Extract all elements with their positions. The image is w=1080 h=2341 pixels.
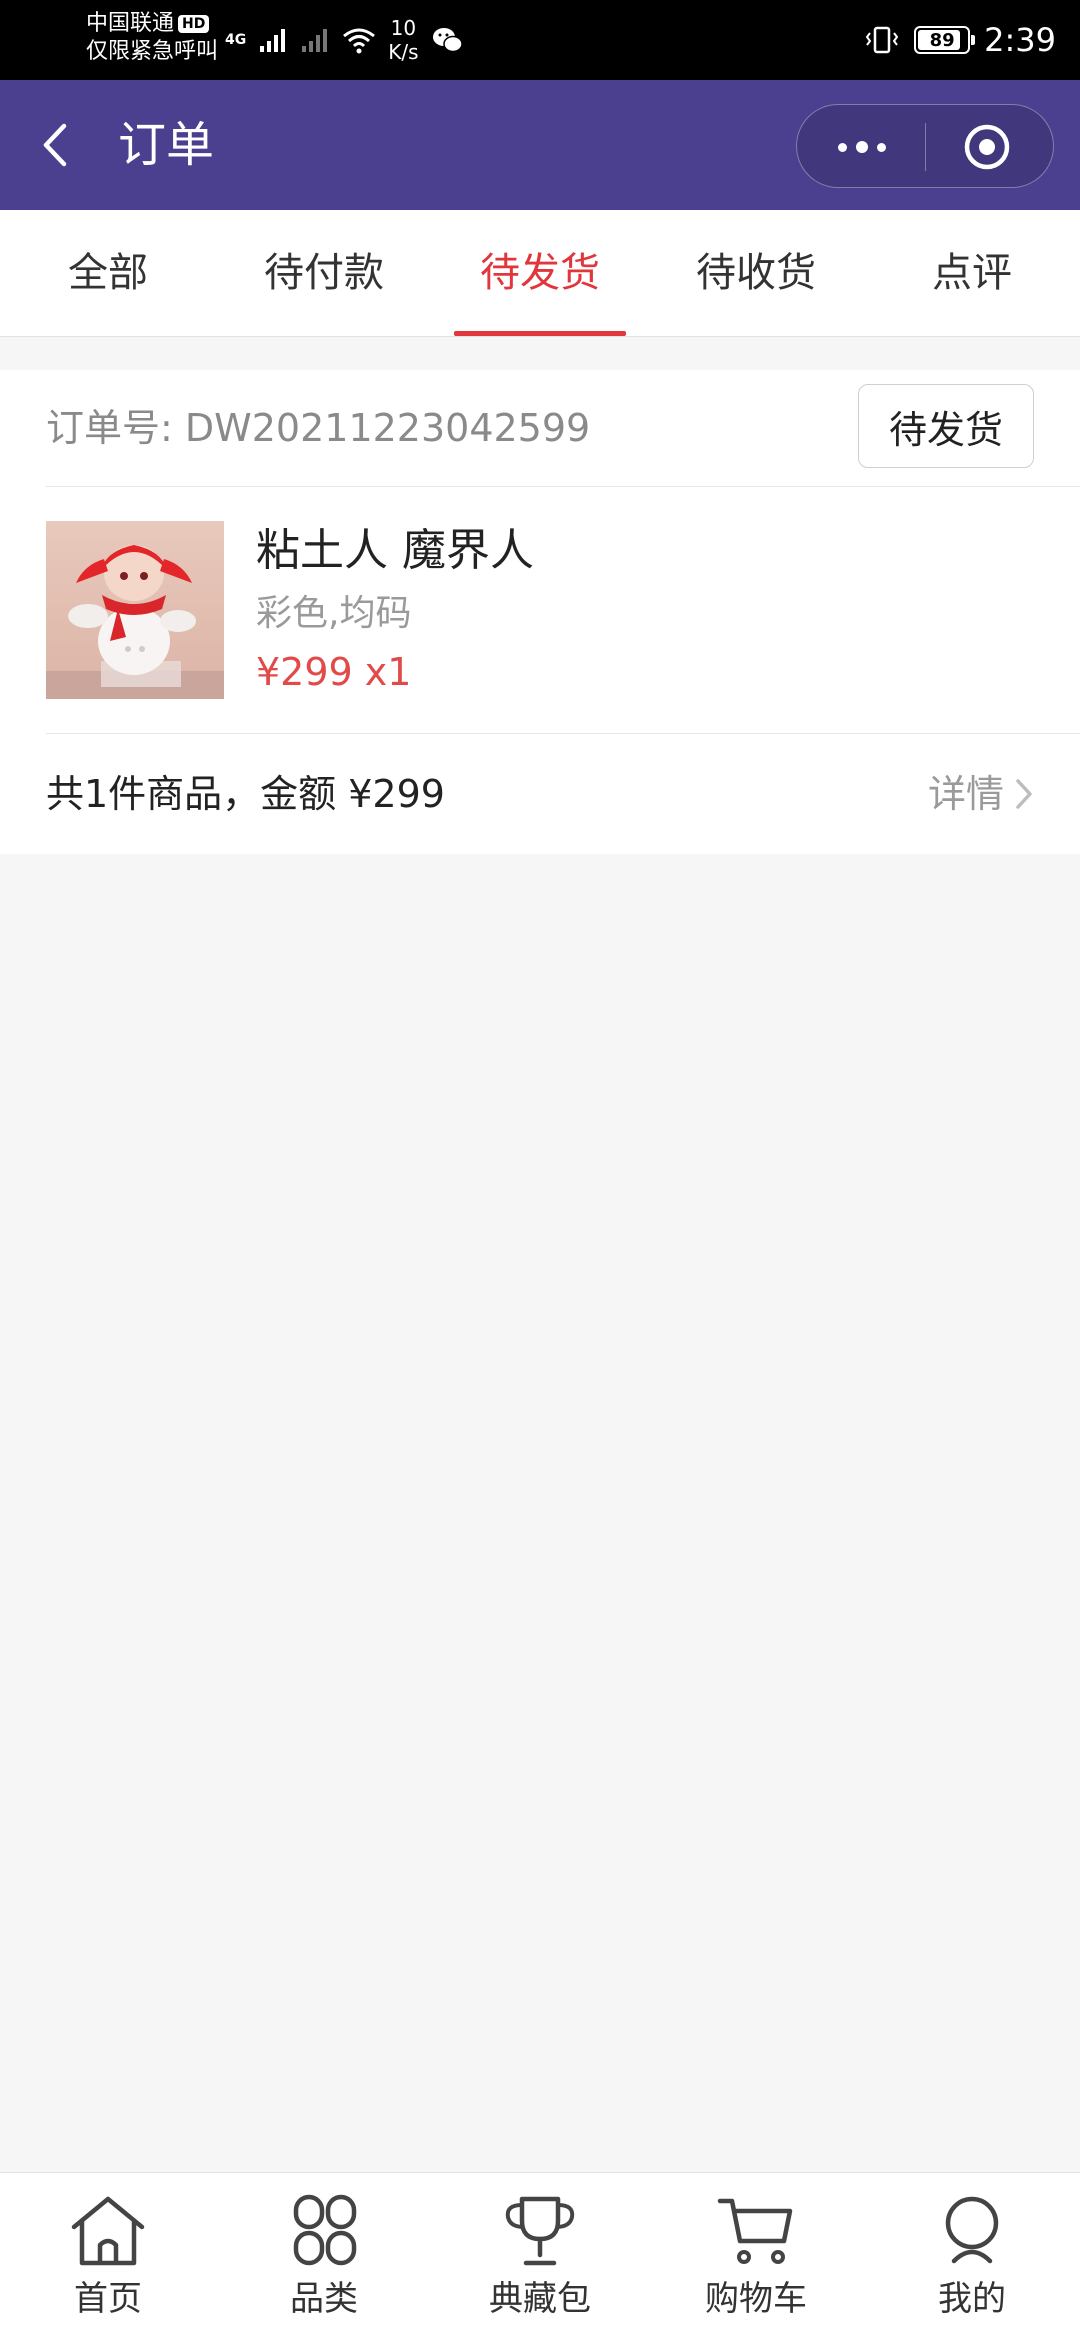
speed-value: 10	[390, 16, 417, 40]
bottom-tab-bar: 首页 品类 典藏包 购物车 我的	[0, 2172, 1080, 2341]
tabbar-item-category[interactable]: 品类	[216, 2173, 432, 2341]
tabbar-item-profile[interactable]: 我的	[864, 2173, 1080, 2341]
order-number-label: 订单号:	[46, 406, 173, 450]
battery-indicator: 89	[914, 26, 976, 54]
cart-icon	[717, 2198, 793, 2264]
tabbar-label-home: 首页	[74, 2279, 142, 2319]
category-icon	[293, 2194, 357, 2266]
status-bar: 中国联通 HD 仅限紧急呼叫 4G 10 K/s 89 2:39	[0, 0, 1080, 80]
order-footer: 共1件商品，金额 ¥299 详情	[0, 734, 1080, 854]
tab-pending-shipment[interactable]: 待发货	[432, 210, 648, 336]
status-right: 89 2:39	[864, 14, 1056, 66]
order-header: 订单号: DW20211223042599 待发货	[0, 370, 1080, 486]
capsule-divider	[925, 123, 926, 171]
product-spec: 彩色,均码	[256, 593, 412, 634]
tabbar-item-home[interactable]: 首页	[0, 2173, 216, 2341]
detail-label: 详情	[927, 772, 1004, 816]
product-row[interactable]: 粘土人 魔界人 彩色,均码 ¥299 x1	[0, 487, 1080, 733]
profile-icon	[945, 2196, 999, 2264]
figure-illustration	[46, 545, 224, 699]
wechat-icon	[432, 28, 463, 53]
product-image	[46, 521, 224, 699]
order-card[interactable]: 订单号: DW20211223042599 待发货 粘土人 魔界人 彩色,均码 …	[0, 370, 1080, 854]
page-title: 订单	[118, 117, 215, 173]
carrier-info: 中国联通 HD 仅限紧急呼叫	[86, 10, 218, 66]
nav-bar: 订单	[0, 80, 1080, 210]
network-speed: 10 K/s	[388, 16, 418, 64]
wifi-icon	[343, 28, 376, 54]
back-icon[interactable]	[34, 120, 84, 170]
mini-program-capsule	[796, 104, 1054, 188]
signal-empty-icon	[302, 29, 328, 52]
speed-unit: K/s	[388, 40, 419, 64]
vibrate-icon	[865, 26, 899, 54]
carrier-name: 中国联通	[86, 11, 175, 36]
tabbar-item-cart[interactable]: 购物车	[648, 2173, 864, 2341]
order-status-button[interactable]: 待发货	[858, 384, 1034, 468]
clock: 2:39	[984, 21, 1056, 59]
order-detail-link[interactable]: 详情	[928, 768, 1034, 820]
tab-pending-receipt[interactable]: 待收货	[648, 210, 864, 336]
order-number-value: DW20211223042599	[184, 406, 591, 450]
more-icon[interactable]	[827, 125, 897, 169]
chevron-right-icon	[1016, 779, 1032, 809]
tab-pending-payment[interactable]: 待付款	[216, 210, 432, 336]
order-summary: 共1件商品，金额 ¥299	[46, 772, 445, 816]
order-tabs: 全部 待付款 待发货 待收货 点评	[0, 210, 1080, 337]
tabbar-item-collection[interactable]: 典藏包	[432, 2173, 648, 2341]
tabbar-label-cart: 购物车	[705, 2279, 807, 2319]
close-target-icon[interactable]	[963, 123, 1011, 171]
product-name: 粘土人 魔界人	[256, 525, 534, 576]
trophy-icon	[505, 2196, 575, 2266]
signal-icon	[260, 29, 286, 52]
status-icons: 4G 10 K/s	[225, 14, 465, 66]
tabbar-label-profile: 我的	[938, 2279, 1006, 2319]
tab-all[interactable]: 全部	[0, 210, 216, 336]
network-type: 4G	[225, 32, 247, 48]
battery-percent: 89	[929, 29, 955, 51]
order-number: 订单号: DW20211223042599	[46, 402, 590, 454]
carrier-emergency: 仅限紧急呼叫	[86, 39, 219, 64]
tabbar-label-collection: 典藏包	[489, 2279, 591, 2319]
tabbar-label-category: 品类	[290, 2279, 358, 2319]
tab-review[interactable]: 点评	[864, 210, 1080, 336]
product-price: ¥299 x1	[256, 650, 412, 694]
hd-badge: HD	[178, 15, 210, 33]
home-icon	[71, 2196, 145, 2266]
